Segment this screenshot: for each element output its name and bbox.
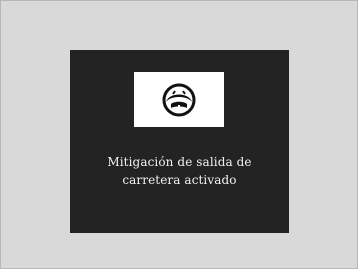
image-frame: Mitigación de salida de carretera activa…	[0, 0, 358, 269]
message-line-1: Mitigación de salida de	[107, 155, 252, 169]
icon-panel	[134, 72, 224, 127]
road-departure-mitigation-icon	[162, 83, 196, 116]
status-message: Mitigación de salida de carretera activa…	[70, 153, 289, 189]
instrument-display: Mitigación de salida de carretera activa…	[70, 50, 289, 233]
message-line-2: carretera activado	[122, 173, 237, 187]
